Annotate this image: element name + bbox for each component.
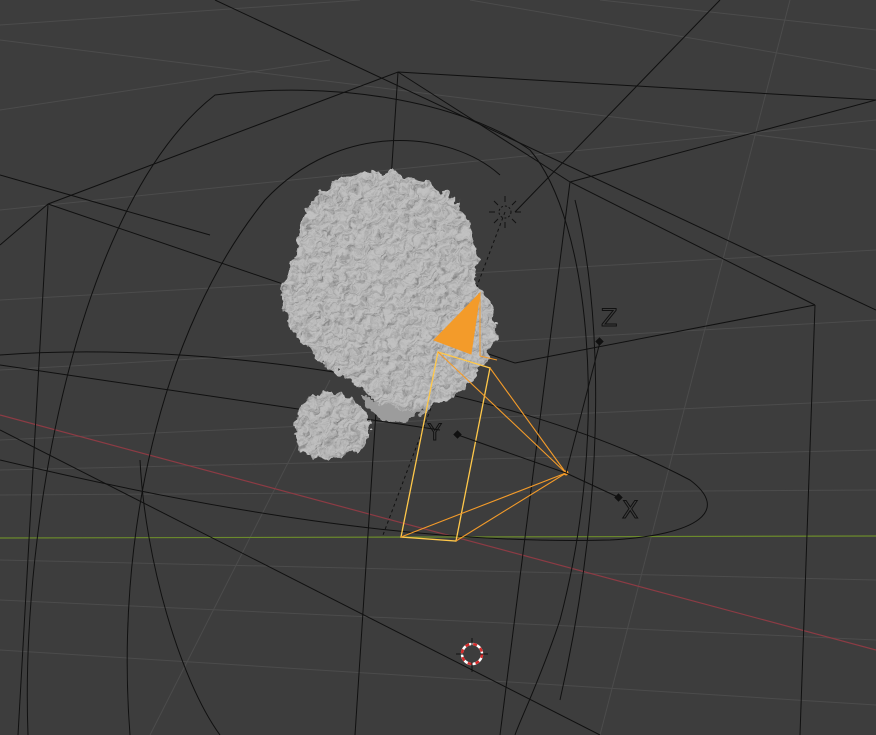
3d-viewport[interactable]: Z Y X (0, 0, 876, 735)
x-axis-line (0, 414, 876, 651)
3d-cursor-icon[interactable] (456, 638, 488, 672)
x-axis-label: X (622, 496, 638, 524)
z-axis-label: Z (601, 304, 617, 332)
viewport-canvas[interactable]: Z Y X (0, 0, 876, 735)
y-axis-label: Y (427, 421, 442, 446)
y-axis-line (0, 535, 876, 539)
